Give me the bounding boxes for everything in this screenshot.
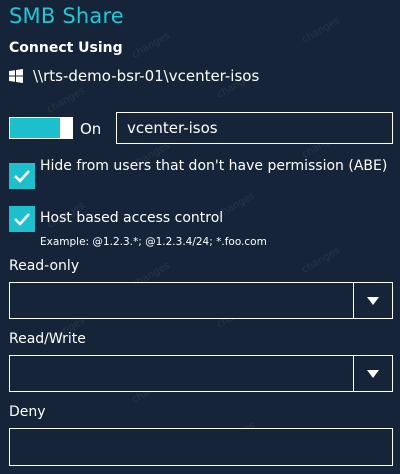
share-path-text: \\rts-demo-bsr-01\vcenter-isos <box>33 67 260 85</box>
chevron-down-icon <box>367 296 379 305</box>
watermark-text: changes <box>300 245 342 276</box>
toggle-state-label: On <box>80 120 102 138</box>
host-access-label: Host based access control <box>40 210 224 226</box>
windows-icon <box>9 69 23 83</box>
read-write-select[interactable] <box>9 355 393 392</box>
read-only-select[interactable] <box>9 282 393 319</box>
checkmark-icon <box>14 170 30 183</box>
abe-label: Hide from users that don't have permissi… <box>40 158 388 174</box>
watermark-text: changes <box>300 15 342 46</box>
read-write-dropdown-button[interactable] <box>353 356 392 391</box>
toggle-knob <box>60 118 72 138</box>
read-only-dropdown-button[interactable] <box>353 283 392 318</box>
checkmark-icon <box>14 213 30 226</box>
watermark-text: changes <box>130 30 172 61</box>
panel-title: SMB Share <box>9 4 124 28</box>
share-name-input[interactable] <box>116 112 393 144</box>
chevron-down-icon <box>367 369 379 378</box>
deny-input[interactable] <box>9 428 393 466</box>
share-enabled-toggle[interactable] <box>9 117 73 139</box>
connect-using-label: Connect Using <box>9 40 123 56</box>
read-write-label: Read/Write <box>9 331 86 347</box>
abe-checkbox[interactable] <box>9 163 35 189</box>
host-access-example: Example: @1.2.3.*; @1.2.3.4/24; *.foo.co… <box>40 236 267 248</box>
read-only-label: Read-only <box>9 258 80 274</box>
watermark-text: changes <box>45 85 87 116</box>
deny-label: Deny <box>9 404 46 420</box>
share-path-row: \\rts-demo-bsr-01\vcenter-isos <box>9 66 259 86</box>
host-access-checkbox[interactable] <box>9 206 35 232</box>
